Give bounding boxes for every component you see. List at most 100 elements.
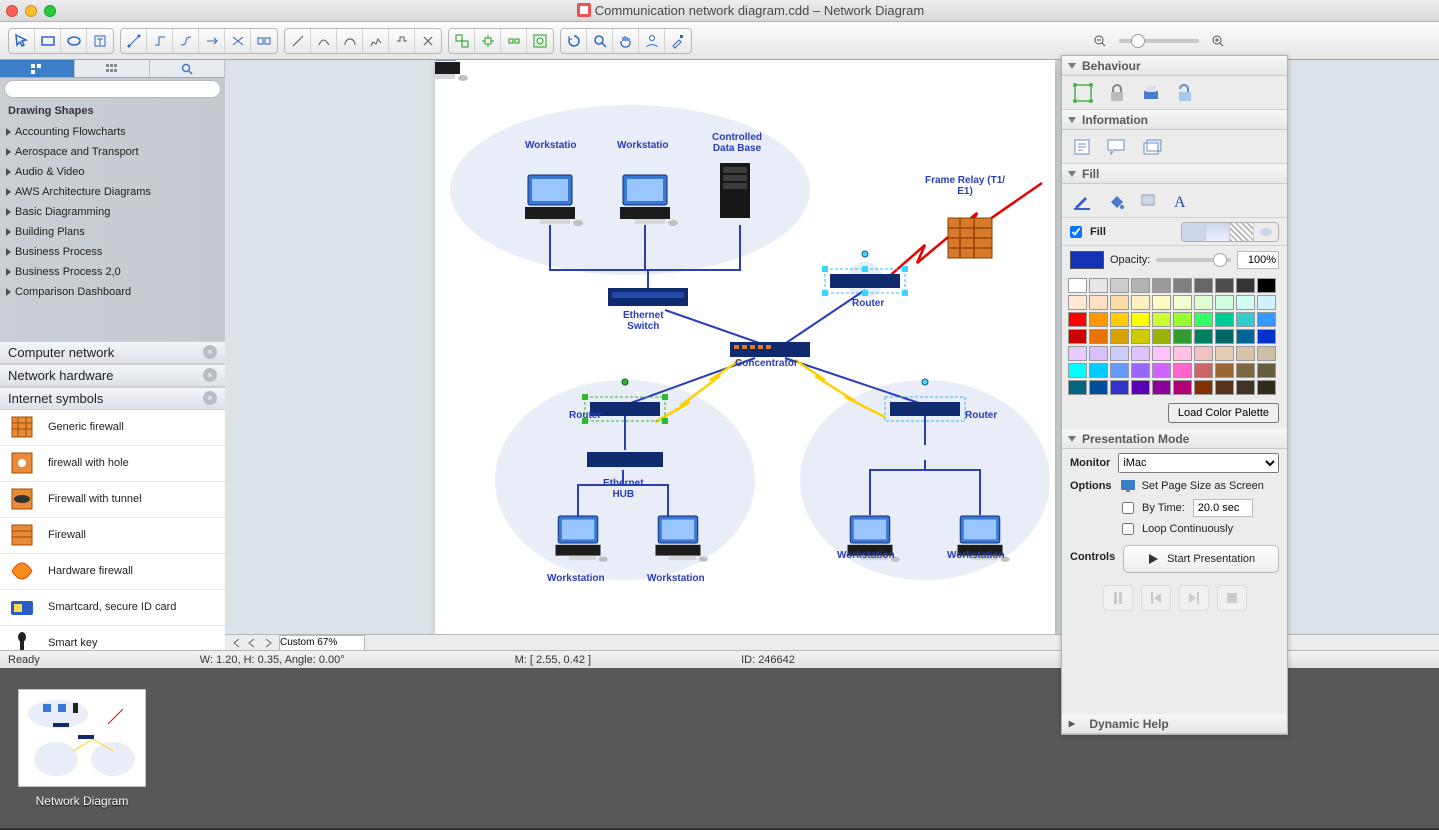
- palette-color[interactable]: [1215, 346, 1234, 361]
- palette-color[interactable]: [1068, 380, 1087, 395]
- palette-color[interactable]: [1194, 363, 1213, 378]
- section-presentation[interactable]: Presentation Mode: [1062, 429, 1287, 449]
- palette-color[interactable]: [1131, 363, 1150, 378]
- palette-color[interactable]: [1089, 312, 1108, 327]
- library-category[interactable]: Audio & Video: [0, 162, 225, 182]
- line-tool-2[interactable]: [311, 29, 337, 53]
- section-fill[interactable]: Fill: [1062, 164, 1287, 184]
- palette-color[interactable]: [1110, 278, 1129, 293]
- palette-color[interactable]: [1215, 329, 1234, 344]
- palette-color[interactable]: [1236, 312, 1255, 327]
- ellipse-tool[interactable]: [61, 29, 87, 53]
- hand-tool[interactable]: [613, 29, 639, 53]
- palette-color[interactable]: [1257, 329, 1276, 344]
- fill-pen-icon[interactable]: [1072, 192, 1092, 210]
- palette-color[interactable]: [1152, 329, 1171, 344]
- zoom-tool[interactable]: [587, 29, 613, 53]
- library-tab-search[interactable]: [150, 60, 225, 77]
- nav-prev-icon[interactable]: [247, 638, 257, 648]
- palette-color[interactable]: [1068, 363, 1087, 378]
- zoom-out-icon[interactable]: [1087, 29, 1113, 53]
- line-tool-5[interactable]: [389, 29, 415, 53]
- fill-solid-type[interactable]: [1182, 223, 1206, 241]
- stencil-item[interactable]: Firewall with tunnel: [0, 482, 225, 518]
- zoom-window[interactable]: [44, 5, 56, 17]
- page-thumbnail-1[interactable]: Network Diagram: [18, 689, 146, 808]
- fill-shadow-icon[interactable]: [1140, 193, 1158, 209]
- palette-color[interactable]: [1089, 295, 1108, 310]
- palette-color[interactable]: [1152, 363, 1171, 378]
- palette-color[interactable]: [1194, 346, 1213, 361]
- palette-color[interactable]: [1068, 295, 1087, 310]
- section-behaviour[interactable]: Behaviour: [1062, 56, 1287, 76]
- palette-color[interactable]: [1257, 278, 1276, 293]
- connector-tool-5[interactable]: [225, 29, 251, 53]
- by-time-input[interactable]: [1193, 499, 1253, 517]
- palette-color[interactable]: [1110, 380, 1129, 395]
- palette-color[interactable]: [1131, 295, 1150, 310]
- snap-icon[interactable]: [1072, 82, 1094, 104]
- library-tab-tree[interactable]: [0, 60, 75, 77]
- palette-color[interactable]: [1152, 346, 1171, 361]
- library-category[interactable]: Basic Diagramming: [0, 202, 225, 222]
- palette-color[interactable]: [1173, 329, 1192, 344]
- info-page-icon[interactable]: [1072, 138, 1092, 156]
- fill-color-swatch[interactable]: [1070, 251, 1104, 269]
- info-stack-icon[interactable]: [1142, 138, 1164, 156]
- palette-color[interactable]: [1110, 329, 1129, 344]
- palette-color[interactable]: [1131, 312, 1150, 327]
- palette-color[interactable]: [1257, 312, 1276, 327]
- nav-first-icon[interactable]: [231, 638, 241, 648]
- stencil-item[interactable]: Firewall: [0, 518, 225, 554]
- minimize-window[interactable]: [25, 5, 37, 17]
- palette-color[interactable]: [1215, 295, 1234, 310]
- stencil-item[interactable]: Hardware firewall: [0, 554, 225, 590]
- unlock-icon[interactable]: [1176, 83, 1196, 103]
- print-icon[interactable]: [1140, 83, 1162, 103]
- stop-button[interactable]: [1217, 585, 1247, 611]
- palette-color[interactable]: [1257, 363, 1276, 378]
- line-tool-6[interactable]: [415, 29, 441, 53]
- palette-color[interactable]: [1110, 295, 1129, 310]
- zoom-in-icon[interactable]: [1205, 29, 1231, 53]
- library-search-input[interactable]: [4, 80, 221, 98]
- palette-color[interactable]: [1131, 329, 1150, 344]
- library-category[interactable]: Building Plans: [0, 222, 225, 242]
- connector-tool-2[interactable]: [147, 29, 173, 53]
- palette-color[interactable]: [1068, 278, 1087, 293]
- section-information[interactable]: Information: [1062, 110, 1287, 130]
- palette-color[interactable]: [1068, 346, 1087, 361]
- palette-color[interactable]: [1089, 380, 1108, 395]
- palette-color[interactable]: [1194, 380, 1213, 395]
- palette-color[interactable]: [1236, 295, 1255, 310]
- section-dynamic-help[interactable]: ▾ Dynamic Help: [1062, 714, 1287, 734]
- eyedropper-tool[interactable]: [665, 29, 691, 53]
- palette-color[interactable]: [1131, 346, 1150, 361]
- palette-color[interactable]: [1194, 295, 1213, 310]
- text-tool[interactable]: [87, 29, 113, 53]
- next-slide-button[interactable]: [1179, 585, 1209, 611]
- palette-color[interactable]: [1152, 312, 1171, 327]
- palette-color[interactable]: [1089, 329, 1108, 344]
- palette-color[interactable]: [1152, 278, 1171, 293]
- library-category[interactable]: AWS Architecture Diagrams: [0, 182, 225, 202]
- palette-color[interactable]: [1173, 278, 1192, 293]
- palette-color[interactable]: [1257, 346, 1276, 361]
- library-category[interactable]: Business Process 2,0: [0, 262, 225, 282]
- stencil-item[interactable]: Smart key: [0, 626, 225, 651]
- fill-text-icon[interactable]: A: [1172, 192, 1190, 210]
- pause-button[interactable]: [1103, 585, 1133, 611]
- view-reset[interactable]: [561, 29, 587, 53]
- nav-next-icon[interactable]: [263, 638, 273, 648]
- opacity-input[interactable]: [1237, 251, 1279, 269]
- load-palette-button[interactable]: Load Color Palette: [1168, 403, 1279, 423]
- palette-color[interactable]: [1194, 278, 1213, 293]
- palette-color[interactable]: [1236, 380, 1255, 395]
- library-category[interactable]: Aerospace and Transport: [0, 142, 225, 162]
- palette-color[interactable]: [1110, 346, 1129, 361]
- palette-color[interactable]: [1068, 312, 1087, 327]
- palette-color[interactable]: [1173, 312, 1192, 327]
- prev-slide-button[interactable]: [1141, 585, 1171, 611]
- palette-color[interactable]: [1173, 363, 1192, 378]
- palette-color[interactable]: [1173, 295, 1192, 310]
